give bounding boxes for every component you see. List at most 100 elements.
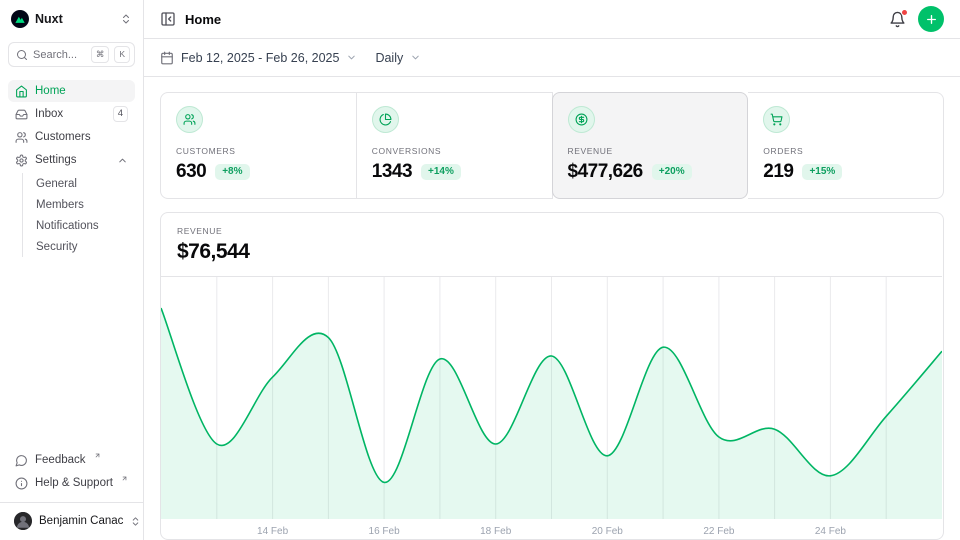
- app-window: Nuxt Search... ⌘ K Home: [0, 0, 960, 540]
- subnav-label: Notifications: [36, 220, 99, 232]
- chevrons-up-down-icon: [120, 13, 132, 25]
- stat-delta-badge: +8%: [215, 164, 249, 180]
- sidebar-item-feedback[interactable]: Feedback: [8, 449, 135, 471]
- sidebar-item-settings[interactable]: Settings: [8, 149, 135, 171]
- search-icon: [16, 49, 28, 61]
- sidebar-nav: Home Inbox 4 Customers Settings: [8, 80, 135, 259]
- chart-pie-icon: [372, 106, 399, 133]
- stat-label: CONVERSIONS: [372, 146, 537, 156]
- date-range-label: Feb 12, 2025 - Feb 26, 2025: [181, 51, 339, 65]
- gear-icon: [15, 154, 28, 167]
- panel-left-close-icon: [160, 11, 176, 27]
- stat-card-customers[interactable]: CUSTOMERS 630 +8%: [160, 92, 357, 199]
- sidebar-item-label: Feedback: [35, 454, 86, 466]
- sidebar-item-notifications[interactable]: Notifications: [32, 215, 135, 236]
- notification-dot: [901, 9, 908, 16]
- kbd-k: K: [114, 46, 130, 63]
- nuxt-logo-icon: [11, 10, 29, 28]
- settings-subnav: General Members Notifications Security: [22, 173, 135, 257]
- kbd-cmd: ⌘: [91, 46, 110, 63]
- stats-row: CUSTOMERS 630 +8% CONVERSIONS 1343 +14%: [160, 92, 944, 199]
- subnav-label: Security: [36, 241, 78, 253]
- workspace-selector[interactable]: Nuxt: [8, 10, 135, 28]
- external-link-icon: [94, 452, 101, 459]
- add-button[interactable]: [918, 6, 944, 32]
- chevron-down-icon: [410, 52, 421, 63]
- inbox-icon: [15, 108, 28, 121]
- period-label: Daily: [375, 51, 403, 65]
- chart-total: $76,544: [177, 240, 927, 264]
- svg-text:16 Feb: 16 Feb: [369, 526, 401, 537]
- sidebar-item-label: Inbox: [35, 108, 63, 120]
- sidebar-item-security[interactable]: Security: [32, 236, 135, 257]
- stat-label: ORDERS: [763, 146, 928, 156]
- date-range-button[interactable]: Feb 12, 2025 - Feb 26, 2025: [160, 51, 357, 65]
- divider: [0, 502, 143, 503]
- user-menu[interactable]: Benjamin Canac: [8, 510, 135, 532]
- sidebar-item-label: Home: [35, 85, 66, 97]
- stat-delta-badge: +15%: [802, 164, 842, 180]
- sidebar-item-label: Customers: [35, 131, 91, 143]
- svg-text:18 Feb: 18 Feb: [480, 526, 512, 537]
- revenue-area-chart[interactable]: 14 Feb 16 Feb 18 Feb 20 Feb 22 Feb 24 Feb: [161, 276, 943, 540]
- user-name: Benjamin Canac: [39, 515, 123, 527]
- message-circle-icon: [15, 454, 28, 467]
- plus-icon: [925, 13, 938, 26]
- chart-label: REVENUE: [177, 226, 927, 236]
- stat-card-conversions[interactable]: CONVERSIONS 1343 +14%: [357, 92, 553, 199]
- workspace-name: Nuxt: [35, 12, 63, 26]
- stat-label: REVENUE: [568, 146, 733, 156]
- svg-text:20 Feb: 20 Feb: [592, 526, 624, 537]
- sidebar-item-help-support[interactable]: Help & Support: [8, 472, 135, 494]
- svg-text:14 Feb: 14 Feb: [257, 526, 289, 537]
- search-input[interactable]: Search... ⌘ K: [8, 42, 135, 67]
- stat-card-revenue[interactable]: REVENUE $477,626 +20%: [552, 92, 749, 199]
- subnav-label: General: [36, 178, 77, 190]
- house-icon: [15, 85, 28, 98]
- inbox-count-badge: 4: [113, 106, 128, 121]
- notifications-button[interactable]: [889, 11, 906, 28]
- external-link-icon: [121, 475, 128, 482]
- stat-label: CUSTOMERS: [176, 146, 341, 156]
- stat-value: 630: [176, 161, 206, 183]
- period-select[interactable]: Daily: [375, 51, 421, 65]
- sidebar-spacer: [8, 259, 135, 449]
- stat-card-orders[interactable]: ORDERS 219 +15%: [748, 92, 944, 199]
- sidebar-item-customers[interactable]: Customers: [8, 126, 135, 148]
- avatar: [14, 512, 32, 530]
- stat-delta-badge: +14%: [421, 164, 461, 180]
- sidebar-item-label: Settings: [35, 154, 77, 166]
- page-title: Home: [185, 12, 221, 27]
- svg-text:24 Feb: 24 Feb: [815, 526, 847, 537]
- stat-delta-badge: +20%: [652, 164, 692, 180]
- collapse-sidebar-button[interactable]: [160, 11, 176, 27]
- shopping-cart-icon: [763, 106, 790, 133]
- circle-dollar-icon: [568, 106, 595, 133]
- sidebar: Nuxt Search... ⌘ K Home: [0, 0, 144, 540]
- topbar: Home: [144, 0, 960, 39]
- sidebar-item-inbox[interactable]: Inbox 4: [8, 103, 135, 125]
- topbar-actions: [889, 6, 944, 32]
- sidebar-item-general[interactable]: General: [32, 173, 135, 194]
- users-icon: [15, 131, 28, 144]
- sidebar-item-members[interactable]: Members: [32, 194, 135, 215]
- search-placeholder: Search...: [33, 49, 77, 61]
- sidebar-item-home[interactable]: Home: [8, 80, 135, 102]
- users-icon: [176, 106, 203, 133]
- sidebar-item-label: Help & Support: [35, 477, 113, 489]
- stat-value: 1343: [372, 161, 412, 183]
- subnav-label: Members: [36, 199, 84, 211]
- stat-value: 219: [763, 161, 793, 183]
- svg-text:22 Feb: 22 Feb: [703, 526, 735, 537]
- revenue-chart-card: REVENUE $76,544 14 Feb 16 Feb 18 Feb 20 Feb…: [160, 212, 944, 540]
- chevrons-up-down-icon: [130, 516, 141, 527]
- main-area: Home Feb 12, 2025 - Feb 26, 2025: [144, 0, 960, 540]
- content: CUSTOMERS 630 +8% CONVERSIONS 1343 +14%: [144, 77, 960, 540]
- calendar-icon: [160, 51, 174, 65]
- chart-header: REVENUE $76,544: [161, 213, 943, 276]
- filters-toolbar: Feb 12, 2025 - Feb 26, 2025 Daily: [144, 39, 960, 77]
- chevron-down-icon: [346, 52, 357, 63]
- info-icon: [15, 477, 28, 490]
- stat-value: $477,626: [568, 161, 643, 183]
- chevron-up-icon: [117, 155, 128, 166]
